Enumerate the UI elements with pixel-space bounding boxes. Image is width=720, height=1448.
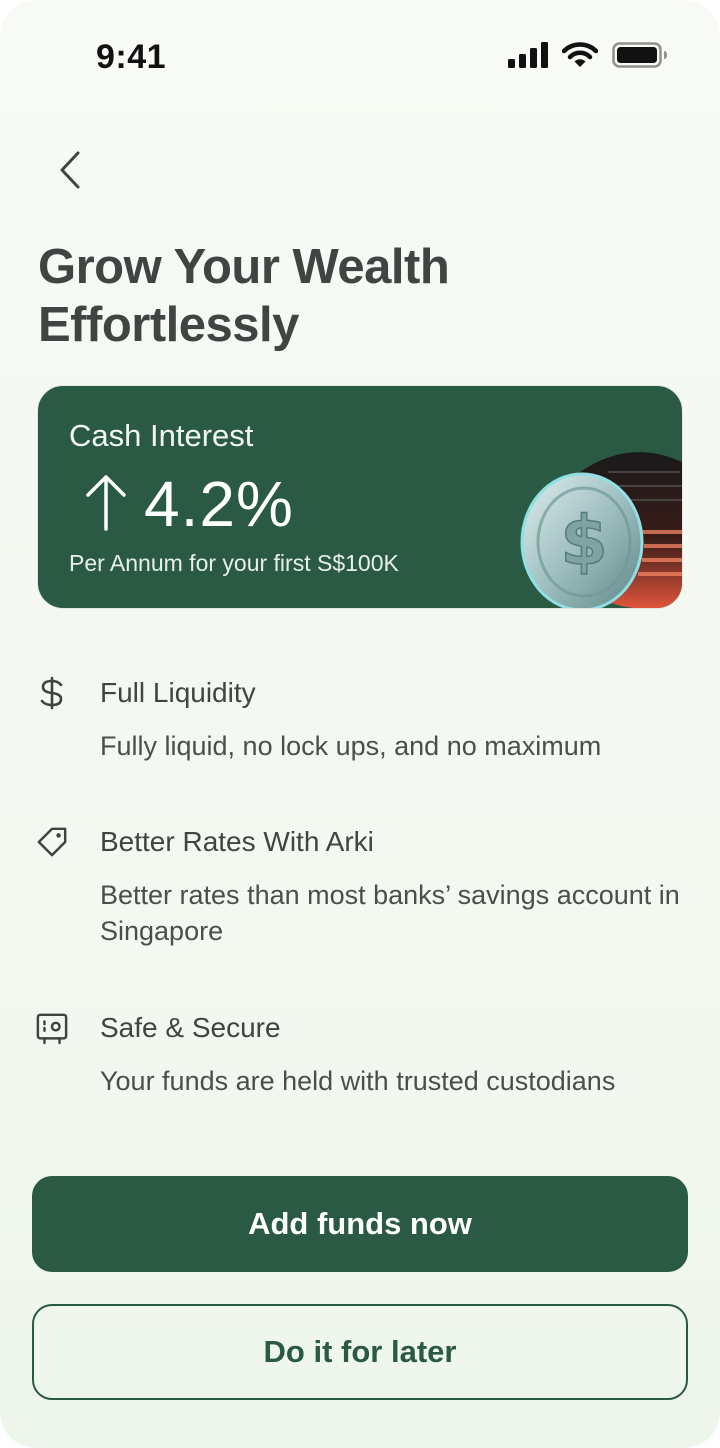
status-icons	[508, 42, 668, 73]
cash-interest-card: Cash Interest 4.2% Per Annum for your fi…	[37, 385, 683, 609]
wifi-icon	[561, 42, 599, 73]
feature-title: Safe & Secure	[100, 1012, 281, 1043]
add-funds-button[interactable]: Add funds now	[32, 1176, 688, 1272]
feature-description: Your funds are held with trusted custodi…	[100, 1066, 616, 1096]
feature-title: Better Rates With Arki	[100, 826, 374, 857]
svg-text:$: $	[560, 502, 607, 581]
chevron-left-icon	[56, 150, 84, 195]
app-screen: 9:41 Grow Your Wealth Effortlessly Cash …	[0, 0, 720, 1448]
battery-icon	[612, 42, 668, 73]
promo-subtitle: Per Annum for your first S$100K	[69, 550, 399, 576]
safe-icon	[36, 1011, 68, 1045]
feature-description: Fully liquid, no lock ups, and no maximu…	[100, 731, 602, 761]
feature-safe-secure: Safe & Secure Your funds are held with t…	[36, 1011, 686, 1111]
dollar-sign-icon	[36, 676, 68, 710]
feature-description: Better rates than most banks’ savings ac…	[100, 880, 680, 946]
cellular-signal-icon	[508, 42, 548, 73]
dollar-coin-image: $	[512, 442, 682, 608]
promo-rate-row: 4.2%	[84, 466, 294, 542]
feature-better-rates: Better Rates With Arki Better rates than…	[36, 825, 686, 955]
arrow-up-icon	[84, 473, 128, 536]
interest-rate: 4.2%	[144, 468, 294, 540]
back-button[interactable]	[44, 146, 96, 198]
promo-label: Cash Interest	[69, 418, 254, 453]
feature-title: Full Liquidity	[100, 677, 256, 708]
do-it-later-button[interactable]: Do it for later	[32, 1304, 688, 1400]
status-time: 9:41	[96, 38, 167, 76]
tag-icon	[36, 825, 68, 859]
page-title: Grow Your Wealth Effortlessly	[38, 240, 450, 352]
feature-full-liquidity: Full Liquidity Fully liquid, no lock ups…	[36, 676, 686, 776]
